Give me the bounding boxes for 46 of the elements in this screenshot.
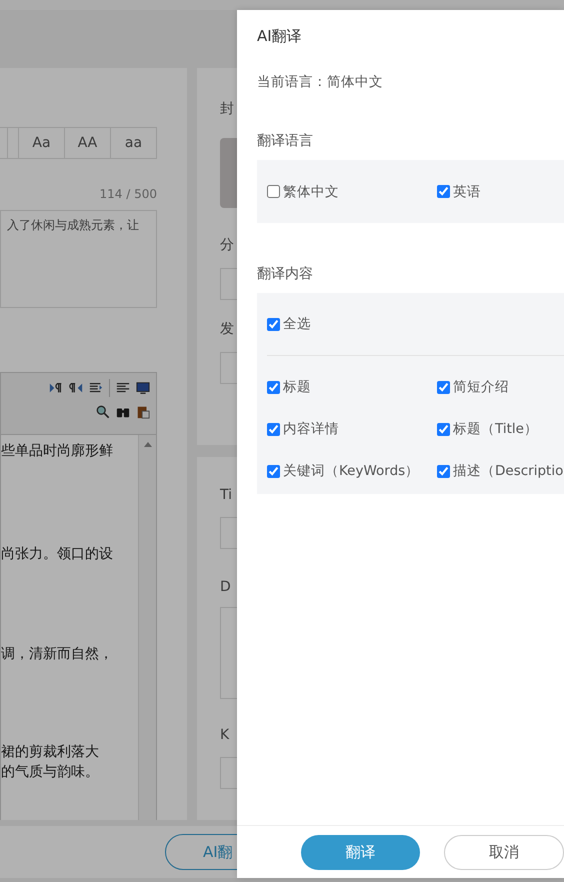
checkbox-label: 英语 (453, 182, 481, 200)
checkbox[interactable] (267, 464, 280, 478)
field-label: Ti (220, 487, 234, 503)
checkbox-label: 简短介绍 (453, 378, 509, 396)
zoom-icon[interactable] (96, 405, 110, 419)
field-label: 分 (220, 236, 235, 254)
checkbox[interactable] (267, 185, 280, 198)
checkbox-label: 标题 (283, 378, 311, 396)
character-count: 114 / 500 (100, 187, 157, 201)
checkbox[interactable] (267, 318, 280, 330)
section-heading: 翻译语言 (257, 132, 314, 150)
photo-placeholder (220, 138, 237, 208)
paragraph-icon[interactable] (49, 381, 63, 395)
checkbox-label: 全选 (283, 315, 311, 333)
checkbox-label: 内容详情 (283, 420, 339, 438)
checkbox[interactable] (437, 422, 450, 436)
checkbox[interactable] (437, 380, 450, 394)
editor-paragraph: 裙的剪裁利落大 的气质与韵味。 (1, 743, 99, 782)
align-left-icon[interactable] (116, 381, 130, 395)
checkbox-label: 描述（Descriptio (453, 462, 564, 480)
paragraph-icon[interactable] (69, 381, 83, 395)
paste-icon[interactable] (136, 405, 150, 419)
scroll-up-icon[interactable] (144, 441, 152, 447)
cancel-button[interactable]: 取消 (444, 834, 564, 870)
monitor-icon[interactable] (136, 381, 150, 395)
section-heading: 翻译内容 (257, 265, 314, 283)
field-label: 封 (220, 100, 235, 118)
checkbox[interactable] (437, 185, 450, 198)
editor-paragraph: 些单品时尚廓形鲜 (1, 442, 113, 461)
field-label: D (220, 579, 232, 595)
checkbox[interactable] (267, 380, 280, 394)
current-language: 当前语言：简体中文 (257, 73, 384, 91)
drawer-title: AI翻译 (257, 27, 303, 46)
checkbox-label: 关键词（KeyWords） (283, 462, 420, 480)
indent-icon[interactable] (89, 381, 103, 395)
editor-paragraph: 尚张力。领口的设 (1, 545, 113, 564)
translate-button[interactable]: 翻译 (301, 834, 420, 870)
summary-textarea[interactable]: 入了休闲与成熟元素，让 (0, 210, 157, 308)
checkbox[interactable] (267, 422, 280, 436)
checkbox-label: 繁体中文 (283, 182, 339, 200)
field-label: 发 (220, 320, 235, 338)
scrollbar[interactable] (138, 435, 156, 820)
checkbox[interactable] (437, 464, 450, 478)
field-label: K (220, 727, 230, 743)
checkbox-label: 标题（Title） (453, 420, 538, 438)
editor-paragraph: 调，清新而自然， (1, 645, 113, 664)
